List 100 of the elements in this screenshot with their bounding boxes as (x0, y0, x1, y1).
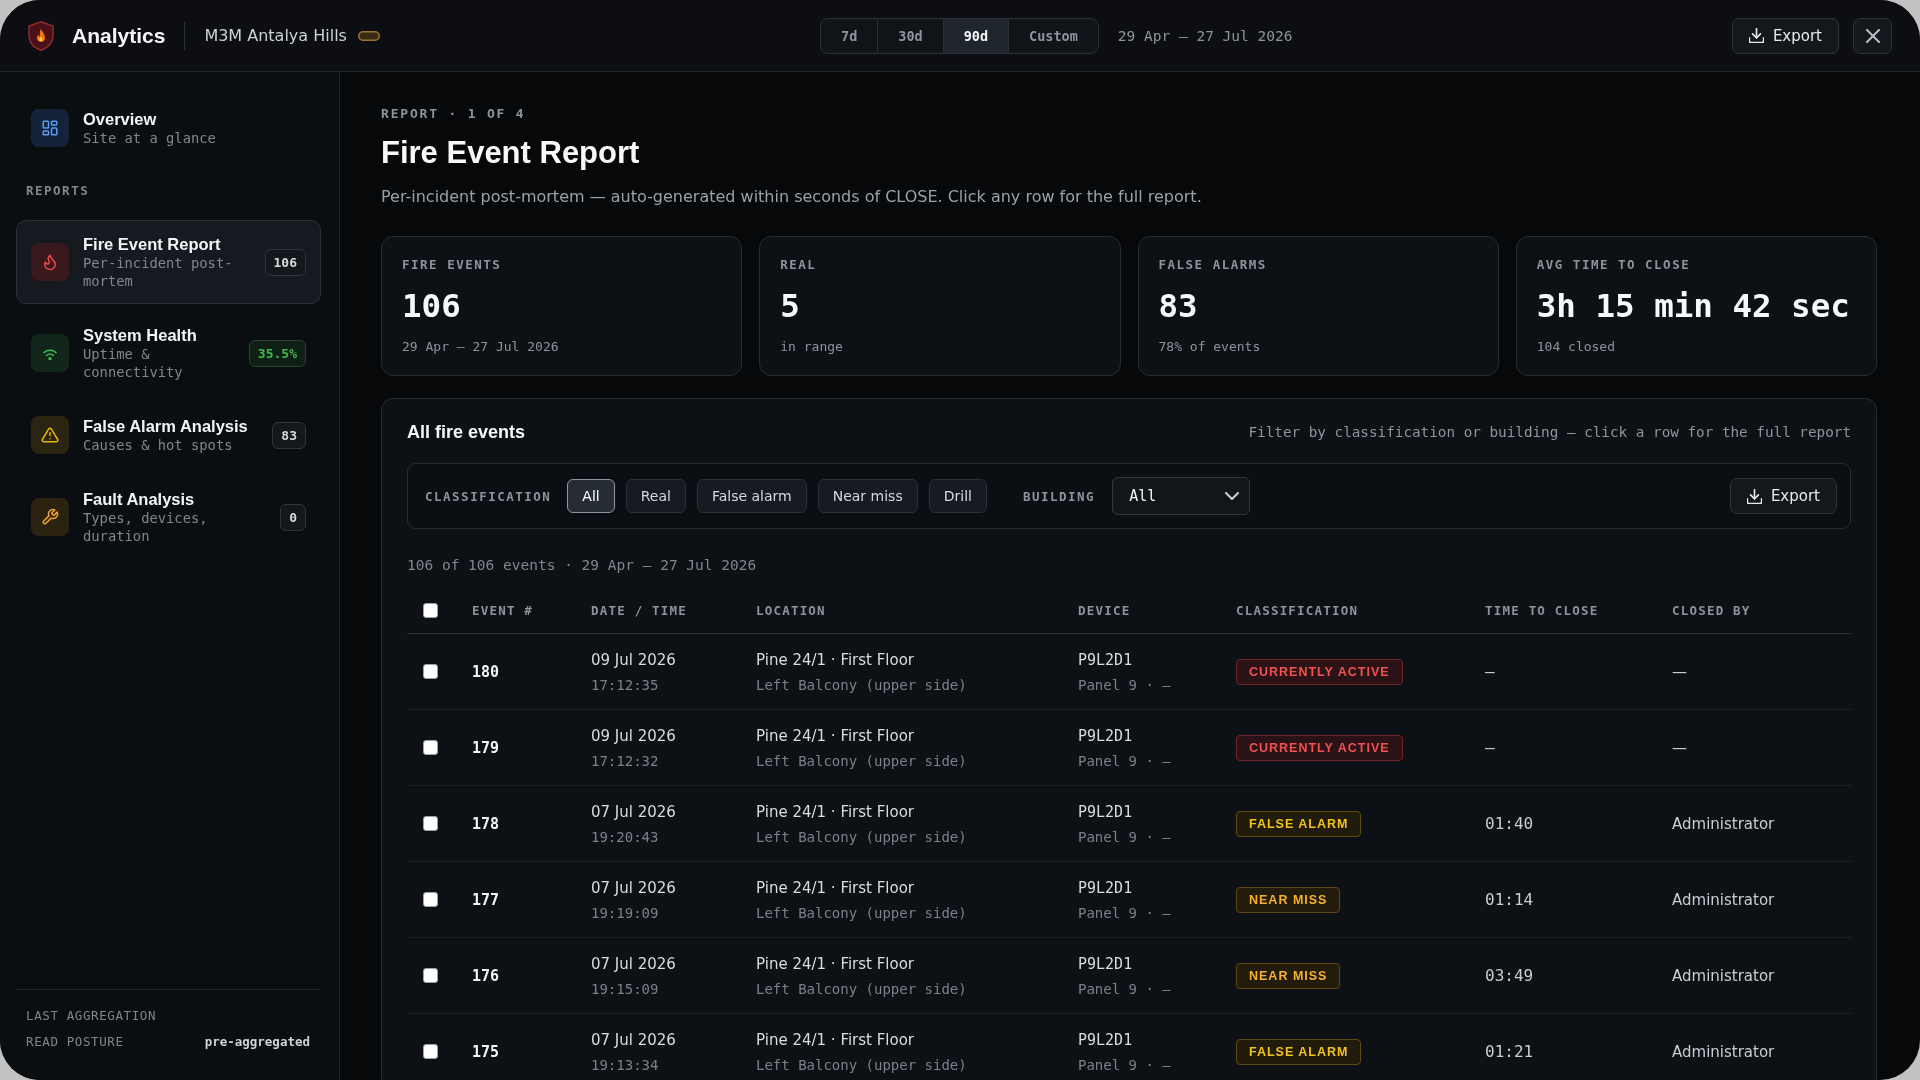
filter-chip[interactable]: Near miss (817, 479, 918, 513)
closed-by: Administrator (1672, 814, 1775, 833)
stat-label: FALSE ALARMS (1158, 257, 1267, 273)
range-tab[interactable]: 30d (877, 18, 943, 53)
site-name: M3M Antalya Hills (204, 26, 347, 45)
location-text: Pine 24/1 · First Floor (756, 801, 915, 822)
location-text: Pine 24/1 · First Floor (756, 953, 915, 974)
download-icon (1748, 28, 1764, 43)
event-date: 09 Jul 2026 (591, 649, 676, 670)
stat-label: REAL (780, 257, 817, 273)
closed-by: — (1672, 738, 1687, 757)
column-header: LOCATION (756, 603, 826, 618)
device-detail: Panel 9 · — (1078, 1055, 1171, 1074)
sidebar-item[interactable]: Fault Analysis Types, devices, duration 0 (16, 475, 321, 559)
range-tab[interactable]: 90d (942, 18, 1009, 53)
range-tab[interactable]: 7d (821, 18, 878, 53)
checkbox[interactable] (423, 892, 438, 907)
checkbox[interactable] (423, 1044, 438, 1059)
device-id: P9L2D1 (1078, 801, 1133, 822)
page-title: Fire Event Report (381, 135, 640, 171)
closed-by: Administrator (1672, 1042, 1775, 1061)
time-to-close: – (1485, 738, 1495, 757)
grid-icon (31, 109, 69, 147)
time-to-close: 01:21 (1485, 1042, 1534, 1061)
download-icon (1746, 488, 1762, 504)
event-date: 07 Jul 2026 (591, 877, 676, 898)
checkbox[interactable] (423, 968, 438, 983)
flame-icon (31, 243, 69, 281)
app-title: Analytics (72, 23, 166, 48)
location-detail: Left Balcony (upper side) (756, 675, 967, 694)
stat-label: FIRE EVENTS (402, 257, 502, 273)
location-detail: Left Balcony (upper side) (756, 1055, 967, 1074)
event-number: 176 (472, 966, 500, 985)
closed-by: Administrator (1672, 890, 1775, 909)
classification-tag: FALSE ALARM (1236, 1038, 1362, 1065)
event-time: 17:12:35 (591, 675, 659, 694)
classification-tag: CURRENTLY ACTIVE (1236, 734, 1403, 761)
range-tab[interactable]: Custom (1008, 18, 1098, 53)
sidebar-item[interactable]: Fire Event Report Per-incident post-mortem 106 (16, 220, 321, 304)
result-count: 106 of 106 events · 29 Apr — 27 Jul 2026 (407, 556, 758, 575)
time-to-close: 01:40 (1485, 814, 1534, 833)
checkbox[interactable] (423, 602, 438, 618)
filter-label: BUILDING (1022, 488, 1096, 504)
filter-label: CLASSIFICATION (425, 488, 552, 504)
warning-icon (31, 416, 69, 454)
column-header: DEVICE (1078, 603, 1131, 618)
date-range: 29 Apr — 27 Jul 2026 (1117, 27, 1293, 44)
stat-value: 5 (780, 286, 800, 326)
device-detail: Panel 9 · — (1078, 979, 1171, 998)
device-detail: Panel 9 · — (1078, 903, 1171, 922)
classification-tag: CURRENTLY ACTIVE (1236, 658, 1403, 685)
sidebar-item[interactable]: False Alarm Analysis Causes & hot spots 83 (16, 402, 321, 468)
event-date: 07 Jul 2026 (591, 953, 676, 974)
column-header: CLASSIFICATION (1236, 603, 1359, 618)
checkbox[interactable] (423, 816, 438, 831)
sidebar-item[interactable]: Overview Site at a glance (16, 95, 321, 161)
export-button[interactable]: Export (1731, 17, 1839, 54)
event-date: 07 Jul 2026 (591, 1029, 676, 1050)
close-icon (1865, 28, 1880, 43)
column-header: EVENT # (472, 603, 534, 618)
closed-by: — (1672, 662, 1687, 681)
event-time: 17:12:32 (591, 751, 659, 770)
section-label: REPORTS (26, 184, 91, 198)
stat-value: 83 (1158, 286, 1198, 326)
event-time: 19:15:09 (591, 979, 659, 998)
device-id: P9L2D1 (1078, 877, 1133, 898)
page-description: Per-incident post-mortem — auto-generated within seconds of CLOSE. Click any row for the full report. (381, 186, 1202, 208)
event-time: 19:19:09 (591, 903, 659, 922)
classification-tag: FALSE ALARM (1236, 810, 1362, 837)
export-button[interactable]: Export (1729, 478, 1837, 514)
report-eyebrow: REPORT · 1 OF 4 (381, 106, 526, 122)
time-to-close: – (1485, 662, 1495, 681)
filter-chip[interactable]: Drill (928, 479, 987, 513)
checkbox[interactable] (423, 740, 438, 755)
location-detail: Left Balcony (upper side) (756, 751, 967, 770)
sidebar-item[interactable]: System Health Uptime & connectivity 35.5% (16, 311, 321, 395)
checkbox[interactable] (423, 664, 438, 679)
filter-chip[interactable]: False alarm (696, 479, 807, 513)
device-detail: Panel 9 · — (1078, 827, 1171, 846)
building-select[interactable]: All (1112, 477, 1251, 515)
device-id: P9L2D1 (1078, 953, 1133, 974)
location-text: Pine 24/1 · First Floor (756, 877, 915, 898)
wifi-icon (31, 334, 69, 372)
column-header: CLOSED BY (1672, 603, 1751, 618)
filter-chip[interactable]: All (567, 479, 615, 513)
chevron-down-icon (1225, 492, 1240, 500)
stat-note: 78% of events (1158, 339, 1261, 355)
stat-value: 3h 15 min 42 sec (1536, 286, 1850, 326)
column-header: DATE / TIME (591, 603, 687, 618)
event-date: 07 Jul 2026 (591, 801, 676, 822)
footer-label: READ POSTURE (26, 1033, 124, 1049)
count-badge: 83 (272, 421, 306, 449)
device-id: P9L2D1 (1078, 725, 1133, 746)
close-button[interactable] (1853, 17, 1892, 54)
column-header: TIME TO CLOSE (1485, 603, 1599, 618)
panel-title: All fire events (407, 421, 526, 443)
footer-value: pre-aggregated (204, 1033, 310, 1049)
filter-chip[interactable]: Real (625, 479, 686, 513)
stat-note: in range (780, 339, 843, 355)
event-number: 175 (472, 1042, 500, 1061)
